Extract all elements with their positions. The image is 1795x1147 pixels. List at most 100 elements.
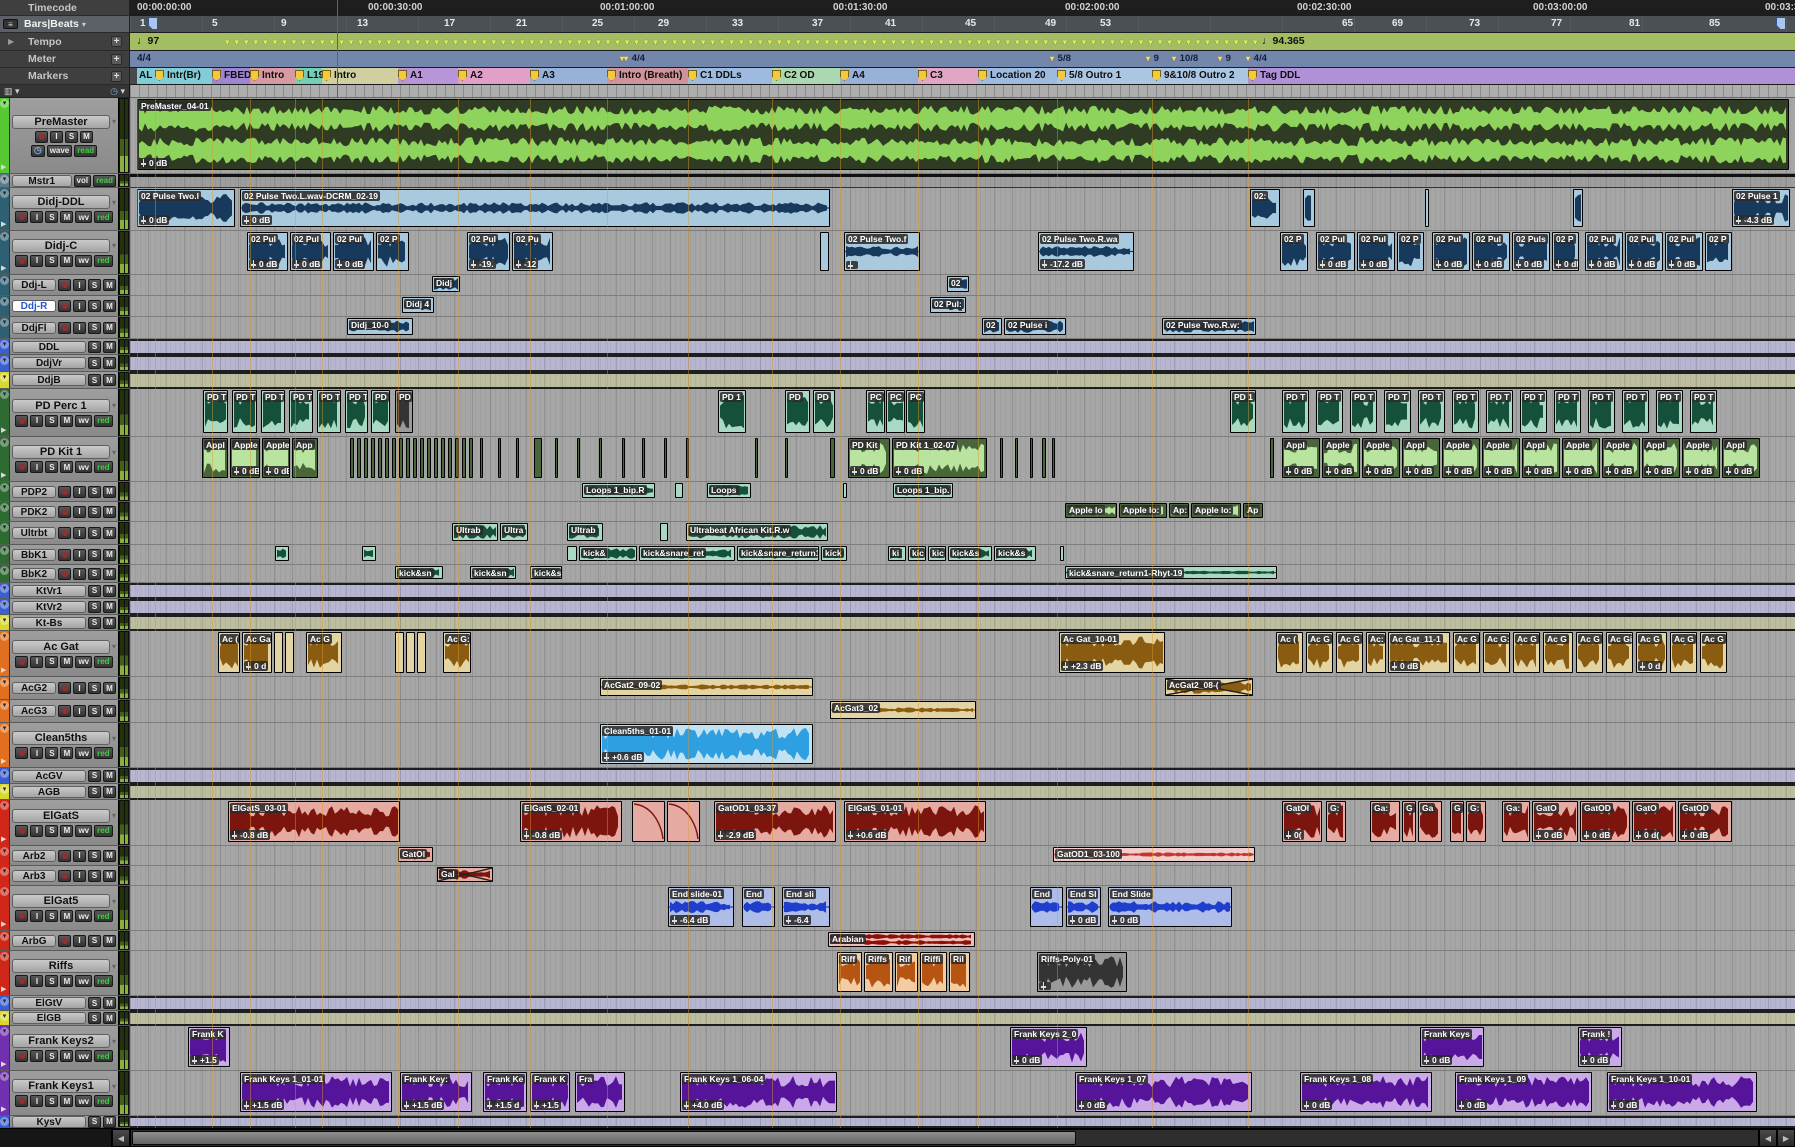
collapse-chevron-icon[interactable]: ▾ [0, 867, 9, 876]
mute-button[interactable]: M [103, 705, 116, 717]
audio-clip[interactable]: Frank Keys 1_06-04+4.0 dB [680, 1072, 837, 1112]
waveform-view-button[interactable]: wv [75, 255, 92, 267]
track-color-strip[interactable]: ▾▶ [0, 437, 10, 481]
track-lane[interactable]: AcGat3_02 [130, 700, 1795, 723]
input-monitor-button[interactable]: I [73, 682, 86, 694]
audio-clip[interactable]: PD T [232, 390, 257, 433]
marker-name[interactable]: A2 [470, 70, 483, 81]
track-lane[interactable]: RiffRiffsRifRiffiRilRiffs-Poly-01 [130, 951, 1795, 996]
input-monitor-button[interactable]: I [73, 527, 86, 539]
audio-clip[interactable]: 02 Pulse Two.f [844, 232, 920, 271]
audio-clip[interactable]: PD T [289, 390, 313, 433]
mute-button[interactable]: M [103, 568, 116, 580]
automation-mode-button[interactable]: red [94, 415, 112, 427]
waveform-view-button[interactable]: wv [75, 461, 92, 473]
solo-button[interactable]: S [88, 279, 101, 291]
audio-clip[interactable]: Apple0 dB [1482, 438, 1520, 478]
automation-mode-button[interactable]: red [94, 825, 112, 837]
audio-clip[interactable]: Frank Keys 1_090 dB [1455, 1072, 1592, 1112]
audio-clip[interactable]: G: [1466, 801, 1486, 842]
audio-clip[interactable] [830, 438, 835, 478]
audio-clip[interactable] [755, 438, 758, 478]
collapse-chevron-icon[interactable]: ▾ [0, 701, 9, 710]
audio-clip[interactable]: Riffs [864, 952, 893, 992]
marker-name[interactable]: Intr(Br) [167, 70, 201, 81]
automation-mode-button[interactable]: red [94, 910, 112, 922]
clock-icon[interactable]: ◷ [31, 145, 45, 157]
audio-clip[interactable]: Riffs-Poly-01 [1037, 952, 1127, 992]
audio-clip[interactable]: Ac G [1513, 632, 1540, 673]
track-color-strip[interactable]: ▾ [0, 599, 10, 614]
track-color-strip[interactable]: ▾ [0, 615, 10, 630]
audio-clip[interactable]: Frank Keys 1_10-010 dB [1607, 1072, 1757, 1112]
mute-button[interactable]: M [103, 486, 116, 498]
mute-button[interactable]: M [103, 374, 116, 386]
audio-clip[interactable] [378, 438, 382, 478]
collapse-chevron-icon[interactable]: ▾ [0, 584, 9, 593]
audio-clip[interactable]: PD 1 [718, 390, 746, 433]
audio-clip[interactable]: PD T [1554, 390, 1581, 433]
track-name-button[interactable]: Arb3 [12, 870, 56, 882]
audio-clip[interactable]: ElGatS_01-01+0.6 dB [844, 801, 986, 842]
audio-clip[interactable]: Ac G [1453, 632, 1480, 673]
chevron-down-icon[interactable]: ▾ [112, 241, 116, 250]
audio-clip[interactable] [664, 438, 667, 478]
track-color-strip[interactable]: ▾ [0, 355, 10, 371]
solo-button[interactable]: S [45, 910, 58, 922]
track-lane[interactable] [130, 1011, 1795, 1026]
record-enable-button[interactable] [15, 747, 28, 759]
audio-clip[interactable]: kic [928, 546, 946, 561]
input-monitor-button[interactable]: I [73, 935, 86, 947]
track-name-button[interactable]: PreMaster [12, 115, 110, 129]
audio-clip[interactable] [469, 438, 473, 478]
audio-clip[interactable] [392, 438, 396, 478]
track-color-strip[interactable]: ▾ [0, 565, 10, 582]
track-color-strip[interactable]: ▾▶ [0, 188, 10, 230]
waveform-view-button[interactable]: wv [75, 1095, 92, 1107]
track-lane[interactable] [130, 174, 1795, 188]
automation-mode-button[interactable]: red [94, 211, 112, 223]
mute-button[interactable]: M [103, 617, 116, 629]
columns-view-icon[interactable]: ▥ [4, 86, 13, 96]
audio-clip[interactable]: Frank Keys0 dB [1420, 1027, 1484, 1067]
audio-clip[interactable]: Fra [575, 1072, 625, 1112]
track-name-button[interactable]: Frank Keys2 [12, 1034, 110, 1048]
audio-clip[interactable]: Apple lo: [1191, 503, 1241, 518]
marker-name[interactable]: A4 [852, 70, 865, 81]
record-enable-button[interactable] [58, 568, 71, 580]
audio-clip[interactable]: 02 Pul0 dB [290, 232, 331, 271]
audio-clip[interactable]: 02 Pul0 dB [1665, 232, 1703, 271]
mute-button[interactable]: M [103, 935, 116, 947]
solo-button[interactable]: S [45, 461, 58, 473]
audio-clip[interactable] [642, 438, 645, 478]
track-lane[interactable]: GatOlGatOD1_03-100 [130, 846, 1795, 866]
input-monitor-button[interactable]: I [30, 461, 43, 473]
audio-clip[interactable]: Arabian [828, 932, 975, 947]
track-lane[interactable] [130, 372, 1795, 389]
track-lane[interactable] [130, 768, 1795, 784]
track-name-button[interactable]: DdjFl [12, 322, 56, 334]
automation-mode-button[interactable]: red [94, 1095, 112, 1107]
mute-button[interactable]: M [103, 322, 116, 334]
audio-clip[interactable]: Apple0 dB [230, 438, 260, 478]
track-color-strip[interactable]: ▾ [0, 372, 10, 388]
audio-clip[interactable]: Apple0 dB [262, 438, 290, 478]
audio-clip[interactable]: kick&s [994, 546, 1036, 561]
audio-clip[interactable]: kick [821, 546, 847, 561]
solo-button[interactable]: S [88, 527, 101, 539]
input-monitor-button[interactable]: I [30, 415, 43, 427]
track-color-strip[interactable]: ▾ [0, 339, 10, 354]
collapse-chevron-icon[interactable]: ▾ [0, 847, 9, 856]
collapse-chevron-icon[interactable]: ▾ [0, 503, 9, 512]
record-enable-button[interactable] [15, 255, 28, 267]
track-name-button[interactable]: ElGtV [12, 997, 86, 1009]
mute-button[interactable]: M [60, 1050, 73, 1062]
mute-button[interactable]: M [103, 527, 116, 539]
audio-clip[interactable]: 02 P0 dB [1552, 232, 1579, 271]
marker-name[interactable]: Location 20 [990, 70, 1046, 81]
record-enable-button[interactable] [58, 935, 71, 947]
clock-icon[interactable]: ◷ [110, 86, 118, 96]
audio-clip[interactable]: End [742, 887, 775, 927]
waveform-view-button[interactable]: wv [75, 825, 92, 837]
audio-clip[interactable] [632, 801, 665, 842]
